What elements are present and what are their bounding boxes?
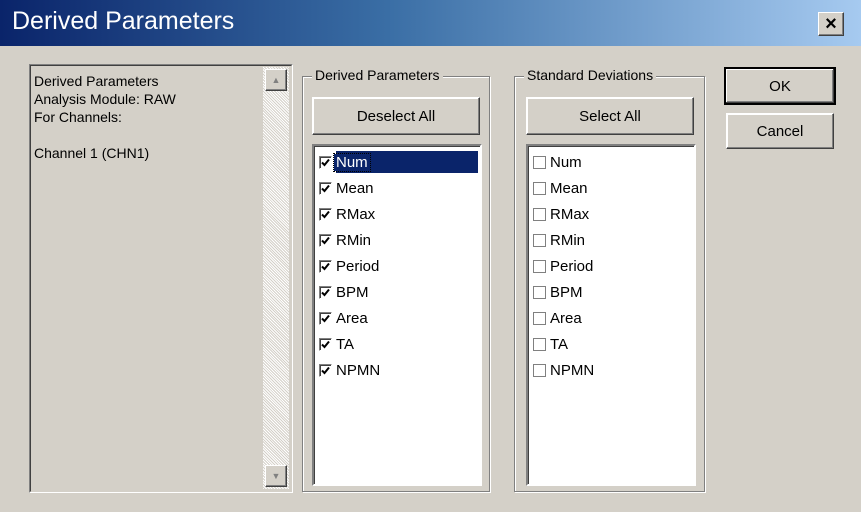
checkbox-checked[interactable] <box>319 311 332 325</box>
std-group-label: Standard Deviations <box>524 67 657 83</box>
checkbox-checked[interactable] <box>319 363 332 377</box>
list-item-label: Period <box>336 257 380 275</box>
checkbox-unchecked[interactable] <box>533 285 546 299</box>
checkbox-checked[interactable] <box>319 285 332 299</box>
list-item[interactable]: Area <box>319 307 370 329</box>
ok-button[interactable]: OK <box>724 67 836 105</box>
list-item-label: BPM <box>550 283 583 301</box>
checkbox-unchecked[interactable] <box>533 311 546 325</box>
list-item[interactable]: TA <box>533 333 570 355</box>
checkmark-icon <box>321 262 330 270</box>
checkbox-checked[interactable] <box>319 155 332 169</box>
select-all-button[interactable]: Select All <box>526 97 694 135</box>
dialog-title: Derived Parameters <box>12 7 235 35</box>
list-item[interactable]: RMin <box>319 229 373 251</box>
derived-parameters-dialog: Derived Parameters × Derived Parameters … <box>0 0 861 512</box>
list-item[interactable]: BPM <box>319 281 371 303</box>
title-bar[interactable]: Derived Parameters × <box>0 0 861 46</box>
checkmark-icon <box>321 314 330 322</box>
derived-parameters-list[interactable]: Num Mean RMax RMin Period BPM Area TA NPMN <box>312 144 482 486</box>
info-text: Derived Parameters Analysis Module: RAW … <box>34 72 264 162</box>
list-item-label: RMax <box>336 205 376 223</box>
checkbox-unchecked[interactable] <box>533 363 546 377</box>
checkmark-icon <box>321 236 330 244</box>
list-item-label: RMin <box>550 231 586 249</box>
list-item-label: TA <box>550 335 569 353</box>
checkbox-unchecked[interactable] <box>533 155 546 169</box>
checkbox-checked[interactable] <box>319 337 332 351</box>
list-item-label: Num <box>333 152 371 172</box>
list-item[interactable]: NPMN <box>533 359 596 381</box>
checkbox-unchecked[interactable] <box>533 207 546 221</box>
list-item-label: Mean <box>336 179 374 197</box>
info-line <box>34 126 264 144</box>
info-line: For Channels: <box>34 109 122 125</box>
list-item-label: NPMN <box>550 361 595 379</box>
checkbox-unchecked[interactable] <box>533 337 546 351</box>
checkmark-icon <box>321 340 330 348</box>
checkmark-icon <box>321 184 330 192</box>
checkbox-unchecked[interactable] <box>533 259 546 273</box>
checkmark-icon <box>321 366 330 374</box>
cancel-button[interactable]: Cancel <box>726 113 834 149</box>
list-item-label: RMax <box>550 205 590 223</box>
list-item[interactable]: Period <box>319 255 381 277</box>
list-item-label: Mean <box>550 179 588 197</box>
checkbox-checked[interactable] <box>319 181 332 195</box>
checkbox-unchecked[interactable] <box>533 233 546 247</box>
list-item[interactable]: RMax <box>533 203 591 225</box>
list-item[interactable]: NPMN <box>319 359 382 381</box>
list-item[interactable]: Num <box>533 151 584 173</box>
standard-deviations-list[interactable]: Num Mean RMax RMin Period BPM Area TA NPMN <box>526 144 696 486</box>
checkmark-icon <box>321 210 330 218</box>
scroll-down-button[interactable]: ▼ <box>265 465 287 487</box>
close-button[interactable]: × <box>818 12 844 36</box>
checkbox-checked[interactable] <box>319 207 332 221</box>
list-item[interactable]: Period <box>533 255 595 277</box>
list-item[interactable]: BPM <box>533 281 585 303</box>
list-item[interactable]: RMin <box>533 229 587 251</box>
list-item[interactable]: RMax <box>319 203 377 225</box>
checkmark-icon <box>321 288 330 296</box>
info-line: Analysis Module: RAW <box>34 91 176 107</box>
list-item-label: RMin <box>336 231 372 249</box>
deselect-all-button[interactable]: Deselect All <box>312 97 480 135</box>
checkbox-checked[interactable] <box>319 233 332 247</box>
list-item-label: Num <box>550 153 582 171</box>
list-item-label: Area <box>550 309 582 327</box>
list-item[interactable]: Mean <box>319 177 376 199</box>
scroll-up-button[interactable]: ▲ <box>265 69 287 91</box>
list-item[interactable]: Num <box>319 151 371 173</box>
list-item[interactable]: TA <box>319 333 356 355</box>
list-item-label: BPM <box>336 283 369 301</box>
list-item-label: TA <box>336 335 355 353</box>
info-line: Channel 1 (CHN1) <box>34 145 150 161</box>
list-item-label: Area <box>336 309 368 327</box>
checkbox-unchecked[interactable] <box>533 181 546 195</box>
list-item[interactable]: Area <box>533 307 584 329</box>
info-scrollbar[interactable]: ▲ ▼ <box>263 67 289 489</box>
list-item-label: Period <box>550 257 594 275</box>
list-item-label: NPMN <box>336 361 381 379</box>
checkmark-icon <box>321 158 330 166</box>
list-item[interactable]: Mean <box>533 177 590 199</box>
derived-group-label: Derived Parameters <box>312 67 443 83</box>
info-line: Derived Parameters <box>34 73 159 89</box>
checkbox-checked[interactable] <box>319 259 332 273</box>
